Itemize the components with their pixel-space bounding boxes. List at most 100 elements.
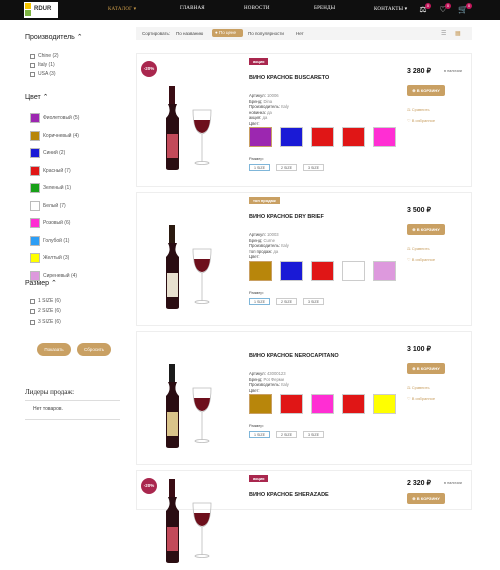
add-to-cart-button[interactable]: ⊕ В КОРЗИНУ xyxy=(407,85,445,96)
attribute-key: Производитель: xyxy=(249,243,280,248)
checkbox[interactable] xyxy=(30,53,35,59)
filter-color-option[interactable]: Желтый (3) xyxy=(30,253,69,263)
nav-home[interactable]: ГЛАВНАЯ xyxy=(180,6,205,11)
filter-manufacturer-option[interactable]: USA (3) xyxy=(30,71,56,77)
checkbox[interactable] xyxy=(30,298,35,304)
compare-count-badge: 0 xyxy=(425,3,431,9)
size-option[interactable]: 2 SIZE xyxy=(276,431,297,438)
filter-manufacturer-option[interactable]: Italy (1) xyxy=(30,62,55,68)
size-option[interactable]: 2 SIZE xyxy=(276,297,297,305)
nav-news[interactable]: НОВОСТИ xyxy=(244,6,270,11)
product-title[interactable]: ВИНО КРАСНОЕ NEROCAPITANO xyxy=(249,353,339,359)
product-image[interactable] xyxy=(159,82,219,177)
product-image[interactable] xyxy=(159,475,219,570)
filter-color-option[interactable]: Коричневый (4) xyxy=(30,130,79,141)
sort-by-price-label: По цене xyxy=(218,30,236,35)
filter-color-option[interactable]: Красный (7) xyxy=(30,165,71,176)
filter-option-label: Italy (1) xyxy=(38,62,55,68)
size-option[interactable]: 3 SIZE xyxy=(303,297,324,305)
color-swatch[interactable] xyxy=(30,235,40,246)
product-image[interactable] xyxy=(159,221,219,316)
color-swatch[interactable] xyxy=(30,218,40,228)
sort-by-name[interactable]: По названию xyxy=(176,31,203,36)
wishlist-link[interactable]: ♡ В избранное xyxy=(407,396,435,401)
checkbox[interactable] xyxy=(30,71,35,77)
list-view-icon[interactable]: ☰ xyxy=(441,30,446,37)
size-option[interactable]: 3 SIZE xyxy=(303,164,324,171)
color-swatch[interactable] xyxy=(30,183,40,193)
checkbox[interactable] xyxy=(30,319,35,325)
size-option[interactable]: 1 SIZE xyxy=(249,164,270,171)
color-option[interactable] xyxy=(280,127,303,147)
nav-brands[interactable]: БРЕНДЫ xyxy=(314,6,335,11)
attribute-key: Бренд: xyxy=(249,376,263,382)
attribute-key: Производитель: xyxy=(249,104,280,109)
attribute-key: Цвет: xyxy=(249,387,260,393)
add-to-cart-button[interactable]: ⊕ В КОРЗИНУ xyxy=(407,493,445,504)
color-swatch[interactable] xyxy=(30,165,40,176)
wishlist-link[interactable]: ♡ В избранное xyxy=(407,118,435,123)
nav-contacts[interactable]: КОНТАКТЫ ▾ xyxy=(374,6,407,12)
filter-size-title[interactable]: Размер ⌃ xyxy=(25,279,57,287)
color-swatch[interactable] xyxy=(30,253,40,263)
sort-by-price[interactable]: ● По цене xyxy=(212,29,243,37)
filter-manufacturer-title[interactable]: Производитель ⌃ xyxy=(25,33,83,41)
product-attribute: Цвет: xyxy=(249,254,260,260)
filter-color-option[interactable]: Голубой (1) xyxy=(30,235,69,246)
wishlist-link[interactable]: ♡ В избранное xyxy=(407,257,435,262)
nav-catalog[interactable]: КАТАЛОГ ▾ xyxy=(108,6,136,12)
product-image[interactable] xyxy=(159,360,219,455)
filter-color-option[interactable]: Синий (2) xyxy=(30,148,65,158)
checkbox[interactable] xyxy=(30,62,35,68)
color-option[interactable] xyxy=(311,260,334,281)
attribute-value: 43000123 xyxy=(266,371,286,376)
filter-size-option[interactable]: 2 SIZE (6) xyxy=(30,308,61,314)
compare-link[interactable]: ⚖ Сравнить xyxy=(407,107,430,112)
color-option[interactable] xyxy=(342,394,365,414)
color-option[interactable] xyxy=(342,127,365,147)
attribute-value: Italy xyxy=(281,382,289,387)
color-swatch[interactable] xyxy=(30,113,40,123)
color-option[interactable] xyxy=(311,394,334,414)
add-to-cart-button[interactable]: ⊕ В КОРЗИНУ xyxy=(407,224,445,235)
size-option[interactable]: 1 SIZE xyxy=(249,431,270,438)
color-option[interactable] xyxy=(342,260,365,281)
filter-size-option[interactable]: 1 SIZE (6) xyxy=(30,298,61,304)
product-title[interactable]: ВИНО КРАСНОЕ BUSCARETO xyxy=(249,75,329,81)
color-option[interactable] xyxy=(373,127,396,147)
filter-color-option[interactable]: Зеленый (1) xyxy=(30,183,71,193)
color-swatch[interactable] xyxy=(30,148,40,158)
sort-none[interactable]: Нет xyxy=(296,31,304,36)
color-option[interactable] xyxy=(280,394,303,414)
compare-link[interactable]: ⚖ Сравнить xyxy=(407,385,430,390)
color-swatch[interactable] xyxy=(30,200,40,211)
color-option[interactable] xyxy=(373,260,396,281)
color-option[interactable] xyxy=(311,127,334,147)
reset-filter-button[interactable]: Сбросить xyxy=(77,343,111,356)
filter-color-option[interactable]: Фиолетовый (5) xyxy=(30,113,79,123)
color-option[interactable] xyxy=(249,127,272,147)
product-title[interactable]: ВИНО КРАСНОЕ DRY BRIEF xyxy=(249,214,324,220)
filter-size-option[interactable]: 3 SIZE (6) xyxy=(30,319,61,325)
grid-view-icon[interactable]: ▦ xyxy=(455,30,461,37)
size-option[interactable]: 2 SIZE xyxy=(276,164,297,171)
site-logo[interactable]: RDUR xyxy=(24,2,58,18)
color-option[interactable] xyxy=(280,260,303,281)
color-option[interactable] xyxy=(249,394,272,414)
add-to-cart-button[interactable]: ⊕ В КОРЗИНУ xyxy=(407,363,445,374)
color-option[interactable] xyxy=(249,260,272,281)
filter-manufacturer-option[interactable]: Chine (2) xyxy=(30,53,59,59)
color-swatch[interactable] xyxy=(30,130,40,141)
filter-color-option[interactable]: Белый (7) xyxy=(30,200,66,211)
size-option[interactable]: 3 SIZE xyxy=(303,431,324,438)
show-filter-button[interactable]: Показать xyxy=(37,343,71,356)
filter-color-option[interactable]: Розовый (6) xyxy=(30,218,70,228)
compare-link[interactable]: ⚖ Сравнить xyxy=(407,246,430,251)
size-option[interactable]: 1 SIZE xyxy=(249,297,270,305)
checkbox[interactable] xyxy=(30,308,35,314)
filter-color-title[interactable]: Цвет ⌃ xyxy=(25,93,49,101)
product-attribute: Цвет: xyxy=(249,388,260,394)
sort-by-popularity[interactable]: По популярности xyxy=(248,31,284,36)
product-title[interactable]: ВИНО КРАСНОЕ SHERAZADE xyxy=(249,492,329,498)
color-option[interactable] xyxy=(373,394,396,414)
